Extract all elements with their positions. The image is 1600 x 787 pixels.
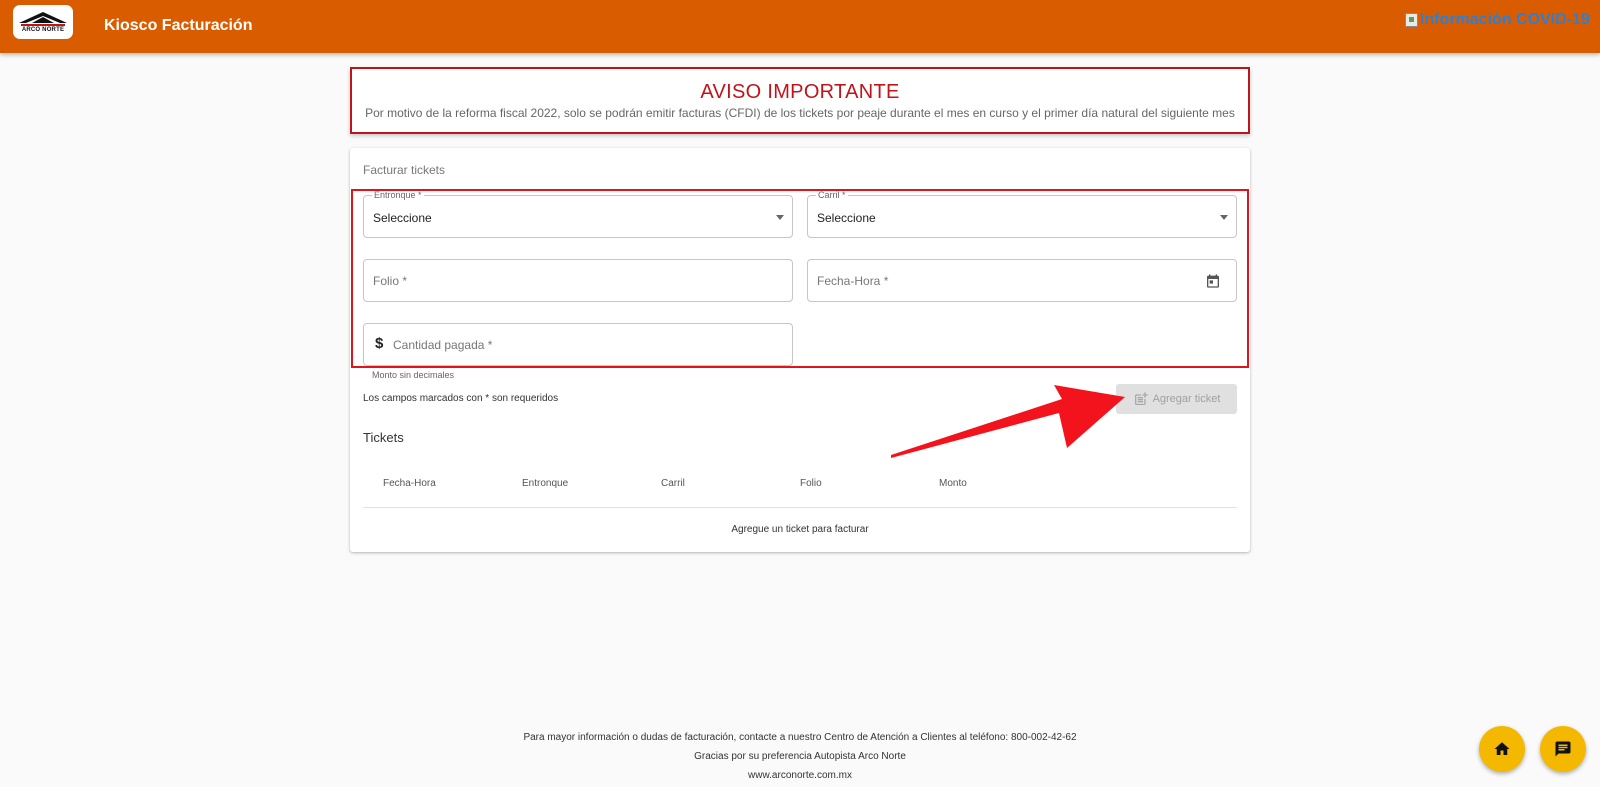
column-monto: Monto — [939, 478, 967, 489]
column-entronque: Entronque — [522, 478, 569, 489]
home-icon — [1494, 742, 1510, 755]
table-divider — [363, 507, 1237, 508]
covid-info-link[interactable]: Información COVID-19 — [1405, 11, 1590, 29]
column-fecha-hora: Fecha-Hora — [383, 478, 436, 489]
cantidad-hint: Monto sin decimales — [372, 370, 455, 380]
invoice-card: Facturar tickets Entronque * Seleccione … — [350, 148, 1250, 552]
column-folio: Folio — [800, 478, 822, 489]
empty-table-message: Agregue un ticket para facturar — [731, 524, 869, 535]
add-ticket-label: Agregar ticket — [1152, 393, 1221, 405]
logo-text: ARCO NORTE — [21, 27, 65, 33]
footer-website[interactable]: www.arconorte.com.mx — [0, 770, 1600, 781]
post-add-icon — [1134, 392, 1148, 405]
card-title: Facturar tickets — [363, 163, 446, 177]
top-bar: ARCO NORTE Kiosco Facturación Informació… — [0, 0, 1600, 53]
required-note: Los campos marcados con * son requeridos — [363, 393, 559, 404]
footer-contact: Para mayor información o dudas de factur… — [523, 732, 1077, 743]
add-ticket-button[interactable]: Agregar ticket — [1116, 384, 1237, 414]
logo-road-icon — [19, 12, 67, 26]
notice-text: Por motivo de la reforma fiscal 2022, so… — [365, 106, 1235, 120]
important-notice: AVISO IMPORTANTE Por motivo de la reform… — [350, 67, 1250, 134]
broken-image-icon — [1405, 13, 1418, 27]
footer-thanks: Gracias por su preferencia Autopista Arc… — [694, 751, 906, 762]
app-title: Kiosco Facturación — [104, 17, 253, 34]
covid-link-text: Información COVID-19 — [1420, 11, 1590, 28]
highlight-box — [351, 189, 1249, 368]
chat-button[interactable] — [1540, 726, 1586, 772]
notice-title: AVISO IMPORTANTE — [700, 81, 900, 103]
tickets-title: Tickets — [363, 430, 404, 445]
home-button[interactable] — [1479, 726, 1525, 772]
chat-icon — [1555, 741, 1571, 757]
column-carril: Carril — [661, 478, 685, 489]
arco-norte-logo[interactable]: ARCO NORTE — [13, 5, 73, 39]
